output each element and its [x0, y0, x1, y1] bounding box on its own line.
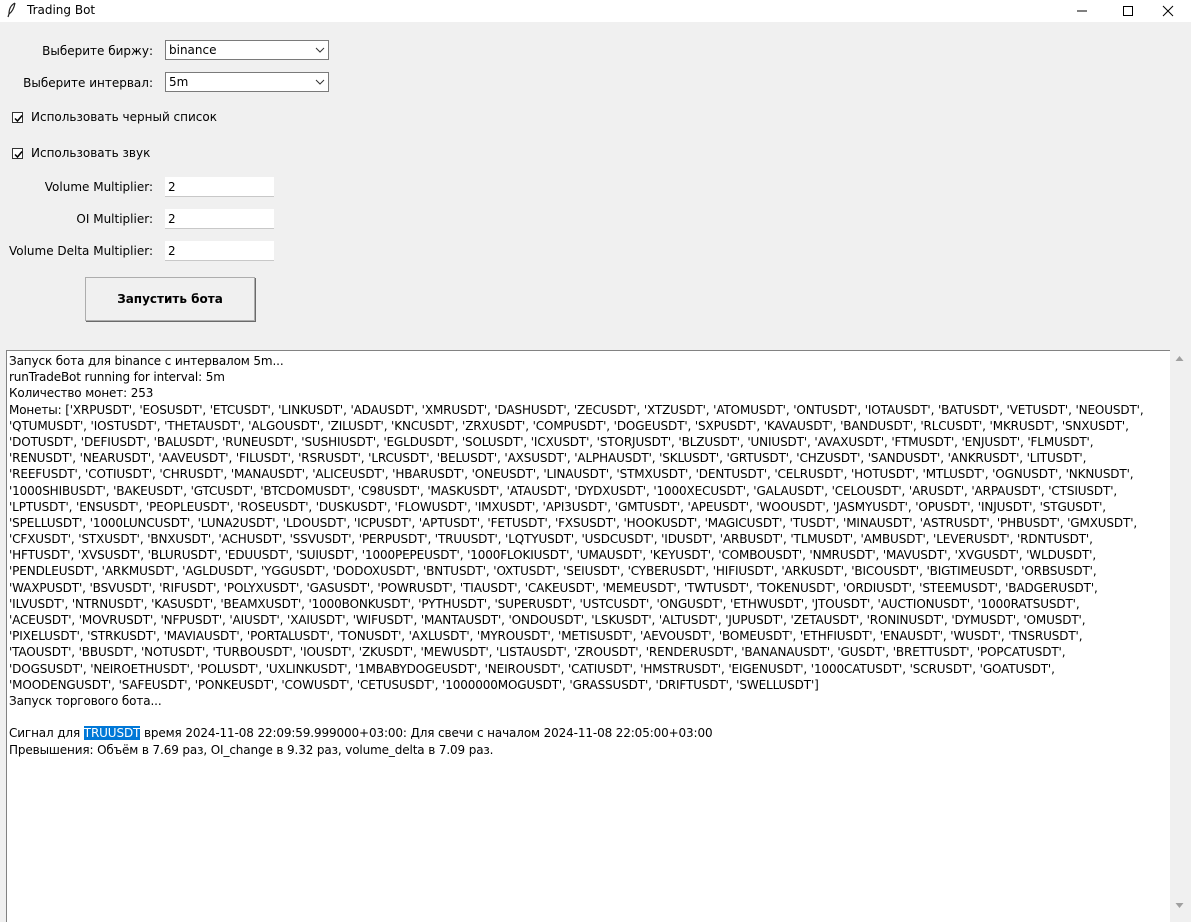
log-line: Монеты: ['XRPUSDT', 'EOSUSDT', 'ETCUSDT'…	[9, 402, 1144, 417]
log-line: 'DOTUSDT', 'DEFIUSDT', 'BALUSDT', 'RUNEU…	[9, 434, 1094, 449]
log-line: 'RENUSDT', 'NEARUSDT', 'AAVEUSDT', 'FILU…	[9, 451, 1087, 466]
sound-label[interactable]: Использовать звук	[31, 146, 150, 160]
feather-icon	[7, 2, 17, 18]
blacklist-checkbox[interactable]	[12, 112, 23, 123]
exchange-select[interactable]: binance	[165, 40, 329, 60]
log-line: 'WAXPUSDT', 'BSVUSDT', 'RIFUSDT', 'POLYX…	[9, 580, 1098, 595]
signal-prefix: Сигнал для	[9, 726, 84, 741]
blacklist-label[interactable]: Использовать черный список	[31, 110, 217, 124]
start-bot-button[interactable]: Запустить бота	[85, 277, 255, 321]
close-button[interactable]	[1145, 0, 1191, 22]
chevron-down-icon	[315, 47, 325, 53]
volume-multiplier-value: 2	[168, 180, 176, 194]
log-line: Количество монет: 253	[9, 386, 154, 401]
interval-label: Выберите интервал:	[23, 76, 153, 90]
window-title: Trading Bot	[27, 3, 96, 17]
log-line: 'LPTUSDT', 'ENSUSDT', 'PEOPLEUSDT', 'ROS…	[9, 499, 1106, 514]
excess-line: Превышения: Объём в 7.69 раз, OI_change …	[9, 742, 494, 757]
log-line: Запуск торгового бота...	[9, 693, 162, 708]
log-line: runTradeBot running for interval: 5m	[9, 370, 225, 385]
oi-multiplier-value: 2	[168, 212, 176, 226]
signal-details: время 2024-11-08 22:09:59.999000+03:00: …	[140, 726, 713, 741]
minimize-icon	[1077, 10, 1087, 12]
scroll-up-arrow-icon[interactable]	[1175, 355, 1184, 362]
interval-value: 5m	[169, 75, 189, 89]
log-line: 'QTUMUSDT', 'IOSTUSDT', 'THETAUSDT', 'AL…	[9, 418, 1129, 433]
log-line: 'PIXELUSDT', 'STRKUSDT', 'MAVIAUSDT', 'P…	[9, 629, 1083, 644]
chevron-down-icon	[315, 79, 325, 85]
log-line: 'MOODENGUSDT', 'SAFEUSDT', 'PONKEUSDT', …	[9, 677, 819, 692]
minimize-button[interactable]	[1059, 0, 1105, 22]
signal-line: Сигнал для TRUUSDT время 2024-11-08 22:0…	[9, 725, 1167, 741]
log-line: 'TAOUSDT', 'BBUSDT', 'NOTUSDT', 'TURBOUS…	[9, 645, 1066, 660]
log-line: '1000SHIBUSDT', 'BAKEUSDT', 'GTCUSDT', '…	[9, 483, 1118, 498]
scroll-down-arrow-icon[interactable]	[1175, 902, 1184, 909]
log-scrollbar[interactable]	[1171, 350, 1188, 922]
volume-delta-multiplier-value: 2	[168, 244, 176, 258]
maximize-icon	[1123, 6, 1133, 16]
log-line: 'CFXUSDT', 'STXUSDT', 'BNXUSDT', 'ACHUSD…	[9, 532, 1093, 547]
volume-delta-multiplier-input[interactable]: 2	[165, 241, 274, 261]
exchange-label: Выберите биржу:	[42, 44, 153, 58]
checkmark-icon	[14, 115, 23, 123]
log-output[interactable]: Запуск бота для binance с интервалом 5m.…	[6, 350, 1170, 922]
exchange-value: binance	[169, 43, 217, 57]
log-line: 'DOGSUSDT', 'NEIROETHUSDT', 'POLUSDT', '…	[9, 661, 1055, 676]
close-icon	[1162, 5, 1174, 17]
log-line: 'HFTUSDT', 'XVSUSDT', 'BLURUSDT', 'EDUUS…	[9, 548, 1097, 563]
volume-multiplier-input[interactable]: 2	[165, 177, 274, 197]
log-line: 'PENDLEUSDT', 'ARKMUSDT', 'AGLDUSDT', 'Y…	[9, 564, 1097, 579]
log-line: 'ACEUSDT', 'MOVRUSDT', 'NFPUSDT', 'AIUSD…	[9, 613, 1086, 627]
log-line: 'ILVUSDT', 'NTRNUSDT', 'KASUSDT', 'BEAMX…	[9, 596, 1080, 611]
volume-delta-multiplier-label: Volume Delta Multiplier:	[8, 244, 153, 258]
log-line: 'REEFUSDT', 'COTIUSDT', 'CHRUSDT', 'MANA…	[9, 467, 1134, 482]
oi-multiplier-input[interactable]: 2	[165, 209, 274, 229]
sound-checkbox[interactable]	[12, 148, 23, 159]
oi-multiplier-label: OI Multiplier:	[76, 212, 153, 226]
log-line: Запуск бота для binance с интервалом 5m.…	[9, 354, 284, 368]
selected-symbol[interactable]: TRUUSDT	[83, 726, 140, 741]
volume-multiplier-label: Volume Multiplier:	[44, 180, 153, 194]
checkmark-icon	[14, 151, 23, 159]
interval-select[interactable]: 5m	[165, 72, 329, 92]
log-line: 'SPELLUSDT', '1000LUNCUSDT', 'LUNA2USDT'…	[9, 515, 1138, 530]
title-bar: Trading Bot	[0, 0, 1191, 22]
log-content: Запуск бота для binance с интервалом 5m.…	[9, 353, 1167, 758]
